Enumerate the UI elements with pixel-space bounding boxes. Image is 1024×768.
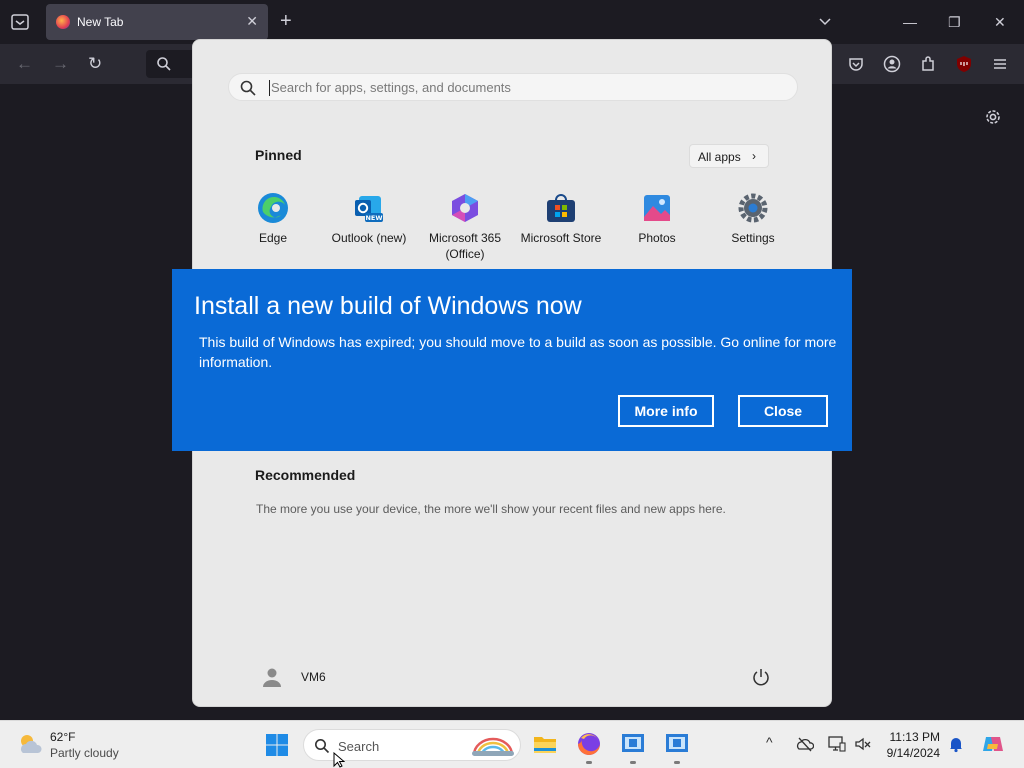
pinned-app-photos[interactable]: Photos: [609, 190, 705, 264]
pinned-app-edge[interactable]: Edge: [225, 190, 321, 264]
start-search-input[interactable]: Search for apps, settings, and documents: [228, 73, 798, 101]
browser-titlebar: New Tab ✕ + — ❐ ✕: [0, 0, 1024, 44]
running-indicator: [586, 761, 592, 764]
all-apps-button[interactable]: All apps ›: [689, 144, 769, 168]
store-icon: [547, 194, 575, 222]
menu-icon[interactable]: [990, 54, 1010, 74]
tab-list-icon[interactable]: [8, 10, 32, 34]
pinned-app-label: Outlook (new): [331, 231, 407, 245]
pinned-app-label: Microsoft 365 (Office): [428, 231, 502, 261]
pinned-app-settings[interactable]: Settings: [705, 190, 801, 264]
notification-bell-icon[interactable]: [947, 735, 965, 753]
pinned-app-label: Microsoft Store: [520, 231, 602, 245]
pinned-heading: Pinned: [255, 147, 302, 163]
close-window-button[interactable]: ✕: [994, 12, 1006, 32]
close-button[interactable]: Close: [738, 395, 828, 427]
extensions-icon[interactable]: [918, 54, 938, 74]
outlook-icon: NEW: [355, 196, 383, 222]
svg-text:NEW: NEW: [365, 214, 382, 222]
pinned-app-label: Edge: [258, 231, 288, 245]
minimize-button[interactable]: —: [903, 12, 917, 32]
power-icon[interactable]: [751, 667, 771, 687]
network-icon[interactable]: [828, 735, 846, 753]
chevron-right-icon: ›: [752, 149, 756, 163]
search-highlight-icon: [472, 737, 514, 756]
partly-cloudy-icon: [21, 735, 42, 753]
app-window-icon-2[interactable]: [664, 731, 690, 757]
clock-date[interactable]: 9/14/2024: [870, 746, 940, 760]
tab-title: New Tab: [77, 15, 124, 29]
customize-gear-icon[interactable]: [982, 106, 1004, 128]
dialog-title: Install a new build of Windows now: [194, 292, 582, 320]
dialog-message: This build of Windows has expired; you s…: [199, 334, 837, 370]
recommended-heading: Recommended: [255, 467, 356, 483]
copilot-icon[interactable]: [982, 733, 1004, 755]
pinned-app-store[interactable]: Microsoft Store: [513, 190, 609, 264]
restore-button[interactable]: ❐: [948, 12, 961, 32]
start-search-placeholder: Search for apps, settings, and documents: [271, 80, 511, 95]
weather-temperature: 62°F: [50, 730, 76, 744]
windows-start-icon[interactable]: [265, 733, 289, 757]
search-icon: [240, 80, 256, 96]
edge-icon: [258, 193, 288, 223]
ublock-origin-icon[interactable]: [954, 54, 974, 74]
search-icon: [157, 57, 171, 71]
app-window-icon[interactable]: [620, 731, 646, 757]
expired-build-dialog: Install a new build of Windows now This …: [172, 269, 852, 451]
running-indicator: [630, 761, 636, 764]
more-info-button[interactable]: More info: [618, 395, 714, 427]
search-icon: [315, 739, 330, 754]
user-avatar-icon[interactable]: [261, 666, 283, 688]
firefox-icon[interactable]: [576, 731, 602, 757]
photos-icon: [644, 195, 670, 221]
all-apps-label: All apps: [698, 150, 741, 164]
tab-overflow-chevron-icon[interactable]: [818, 15, 832, 29]
weather-description: Partly cloudy: [50, 746, 119, 760]
pinned-app-label: Photos: [638, 231, 676, 245]
recommended-text: The more you use your device, the more w…: [256, 502, 726, 516]
text-caret: [269, 80, 270, 96]
onedrive-offline-icon[interactable]: [796, 735, 814, 753]
start-menu-footer: VM6: [193, 654, 831, 706]
taskbar: 62°F Partly cloudy Search ^ 11:13 PM 9/1…: [0, 720, 1024, 768]
running-indicator: [674, 761, 680, 764]
tray-overflow-chevron-icon[interactable]: ^: [766, 734, 773, 750]
account-icon[interactable]: [882, 54, 902, 74]
file-explorer-icon[interactable]: [532, 731, 558, 757]
new-tab-button[interactable]: +: [280, 10, 292, 32]
user-name[interactable]: VM6: [301, 670, 326, 684]
browser-tab[interactable]: New Tab ✕: [46, 4, 268, 40]
tab-close-icon[interactable]: ✕: [246, 13, 258, 30]
pinned-app-microsoft-365[interactable]: Microsoft 365 (Office): [417, 190, 513, 264]
pocket-icon[interactable]: [846, 54, 866, 74]
clock-time[interactable]: 11:13 PM: [870, 730, 940, 744]
mouse-cursor-icon: [333, 752, 345, 768]
microsoft-365-icon: [452, 194, 478, 222]
forward-button[interactable]: →: [52, 54, 69, 74]
pinned-app-label: Settings: [731, 231, 775, 245]
pinned-app-outlook[interactable]: NEW Outlook (new): [321, 190, 417, 264]
firefox-favicon-icon: [56, 15, 70, 29]
reload-button[interactable]: ↻: [88, 54, 102, 74]
settings-icon: [738, 193, 768, 223]
back-button[interactable]: ←: [16, 54, 33, 74]
